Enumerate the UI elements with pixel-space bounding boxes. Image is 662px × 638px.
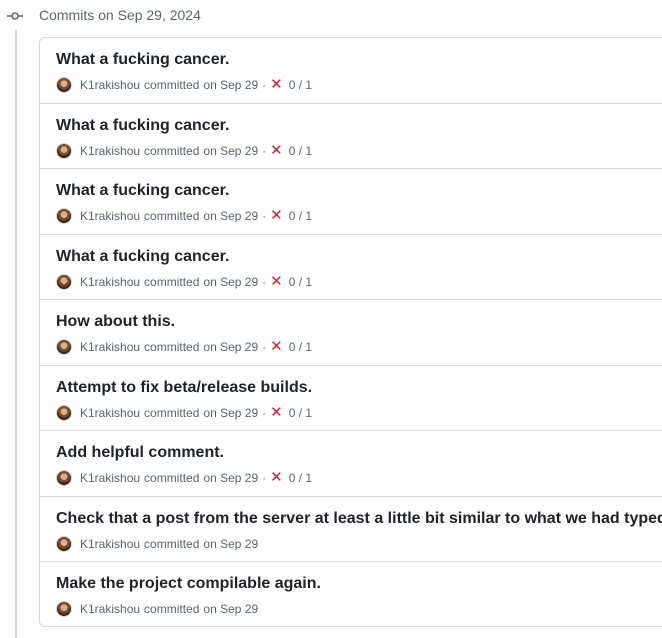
author-link[interactable]: K1rakishou (80, 144, 140, 158)
commit-date: on Sep 29 (203, 602, 259, 616)
commit-row[interactable]: Attempt to fix beta/release builds. K1rak… (40, 366, 662, 431)
author-avatar[interactable] (56, 208, 72, 224)
commit-meta: K1rakishou committed on Sep 29 · ✕ 0 / 1 (56, 76, 312, 94)
separator-dot: · (262, 143, 267, 158)
commit-date: on Sep 29 (203, 78, 259, 92)
commit-meta: K1rakishou committed on Sep 29 · ✕ 0 / 1 (56, 404, 312, 422)
x-failure-icon[interactable]: ✕ (270, 339, 283, 354)
commit-list: What a fucking cancer. K1rakishou committe… (39, 37, 662, 627)
separator-dot: · (262, 274, 267, 289)
commit-title-link[interactable]: What a fucking cancer. (56, 116, 229, 136)
author-link[interactable]: K1rakishou (80, 471, 140, 485)
commit-action-text: committed (144, 143, 200, 158)
checks-count[interactable]: 0 / 1 (289, 340, 312, 354)
commit-row[interactable]: What a fucking cancer. K1rakishou committe… (40, 104, 662, 169)
separator-dot: · (262, 78, 267, 92)
commit-meta: K1rakishou committed on Sep 29 · ✕ 0 / 1 (56, 142, 312, 160)
checks-count[interactable]: 0 / 1 (289, 144, 312, 158)
commit-action-text: committed (144, 340, 200, 354)
author-link[interactable]: K1rakishou (80, 275, 140, 289)
timeline-line (15, 30, 17, 638)
commit-action-text: committed (144, 209, 200, 223)
commit-action-text: committed (144, 274, 200, 289)
separator-dot: · (262, 209, 267, 223)
author-link[interactable]: K1rakishou (80, 209, 140, 223)
commit-date: on Sep 29 (203, 143, 259, 158)
commit-row[interactable]: What a fucking cancer. K1rakishou committe… (40, 235, 662, 300)
checks-count[interactable]: 0 / 1 (289, 406, 312, 420)
commit-meta: K1rakishou committed on Sep 29 · ✕ 0 / 1 (56, 469, 312, 487)
x-failure-icon[interactable]: ✕ (270, 77, 283, 92)
commit-date: on Sep 29 (203, 340, 259, 354)
commit-row[interactable]: Add helpful comment. K1rakishou committed o… (40, 431, 662, 497)
commit-action-text: committed (144, 405, 200, 420)
commit-meta: K1rakishou committed on Sep 29 (56, 600, 258, 618)
checks-count[interactable]: 0 / 1 (289, 209, 312, 223)
commit-group-title: Commits on Sep 29, 2024 (39, 7, 201, 23)
author-avatar[interactable] (56, 339, 72, 355)
commit-action-text: committed (144, 471, 200, 485)
commit-row[interactable]: What a fucking cancer. K1rakishou committe… (40, 38, 662, 104)
commit-date: on Sep 29 (203, 209, 259, 223)
author-avatar[interactable] (56, 535, 72, 552)
author-link[interactable]: K1rakishou (80, 602, 140, 616)
commit-date: on Sep 29 (203, 405, 259, 420)
commit-title-link[interactable]: Check that a post from the server at lea… (56, 509, 662, 529)
commit-action-text: committed (144, 602, 200, 616)
commit-meta: K1rakishou committed on Sep 29 (56, 535, 258, 553)
commit-row[interactable]: Check that a post from the server at lea… (40, 497, 662, 562)
author-link[interactable]: K1rakishou (80, 78, 140, 92)
author-avatar[interactable] (56, 601, 72, 617)
commit-title-link[interactable]: What a fucking cancer. (56, 50, 229, 70)
author-link[interactable]: K1rakishou (80, 537, 140, 551)
author-avatar[interactable] (56, 273, 72, 290)
x-failure-icon[interactable]: ✕ (270, 405, 283, 420)
author-avatar[interactable] (56, 77, 72, 93)
checks-count[interactable]: 0 / 1 (289, 471, 312, 485)
commit-title-link[interactable]: What a fucking cancer. (56, 247, 229, 267)
separator-dot: · (262, 405, 267, 420)
author-link[interactable]: K1rakishou (80, 340, 140, 354)
commit-action-text: committed (144, 78, 200, 92)
git-commit-icon (7, 12, 23, 20)
commit-title-link[interactable]: Make the project compilable again. (56, 574, 321, 594)
separator-dot: · (262, 471, 267, 485)
commit-title-link[interactable]: Attempt to fix beta/release builds. (56, 378, 312, 398)
commit-meta: K1rakishou committed on Sep 29 · ✕ 0 / 1 (56, 338, 312, 356)
checks-count[interactable]: 0 / 1 (289, 275, 312, 289)
commit-title-link[interactable]: What a fucking cancer. (56, 181, 229, 201)
commit-title-link[interactable]: How about this. (56, 312, 175, 332)
commit-group-header: Commits on Sep 29, 2024 (0, 0, 662, 30)
x-failure-icon[interactable]: ✕ (270, 470, 283, 485)
separator-dot: · (262, 340, 267, 354)
commit-date: on Sep 29 (203, 536, 259, 551)
commit-meta: K1rakishou committed on Sep 29 · ✕ 0 / 1 (56, 273, 312, 291)
checks-count[interactable]: 0 / 1 (289, 78, 312, 92)
commit-date: on Sep 29 (203, 274, 259, 289)
author-avatar[interactable] (56, 142, 72, 159)
commit-meta: K1rakishou committed on Sep 29 · ✕ 0 / 1 (56, 207, 312, 225)
x-failure-icon[interactable]: ✕ (270, 274, 283, 289)
author-avatar[interactable] (56, 404, 72, 421)
author-link[interactable]: K1rakishou (80, 406, 140, 420)
commit-row[interactable]: How about this. K1rakishou committed on Sep… (40, 300, 662, 366)
commit-row[interactable]: Make the project compilable again. K1raki… (40, 562, 662, 626)
author-avatar[interactable] (56, 470, 72, 486)
x-failure-icon[interactable]: ✕ (270, 143, 283, 158)
commit-date: on Sep 29 (203, 471, 259, 485)
commit-row[interactable]: What a fucking cancer. K1rakishou committe… (40, 169, 662, 235)
commit-title-link[interactable]: Add helpful comment. (56, 443, 224, 463)
x-failure-icon[interactable]: ✕ (270, 208, 283, 223)
commit-action-text: committed (144, 536, 200, 551)
